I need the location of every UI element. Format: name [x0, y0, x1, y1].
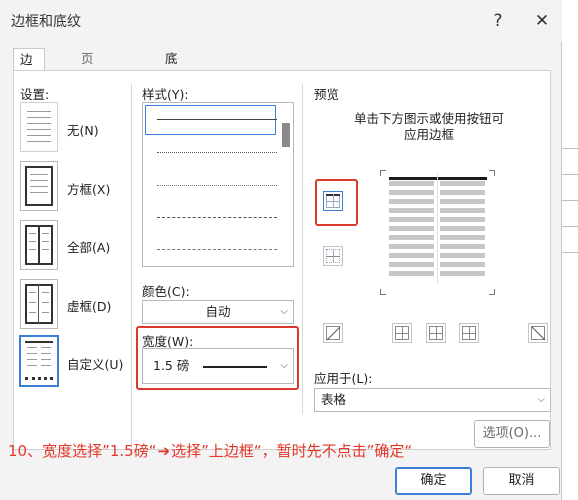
borders-and-shading-dialog: 边框和底纹 ? ✕ 边框(B) 页面边框(P) 底纹(S) 设置: 无(N) 方…	[0, 0, 562, 500]
top-border-button[interactable]	[323, 191, 343, 211]
ok-button[interactable]: 确定	[395, 467, 472, 495]
background-document	[561, 0, 578, 500]
setting-custom-label[interactable]: 自定义(U)	[67, 354, 123, 373]
ok-button-label: 确定	[420, 473, 447, 488]
tab-borders[interactable]: 边框(B)	[13, 48, 46, 111]
style-scrollbar[interactable]	[282, 123, 290, 147]
tab-shading[interactable]: 底纹(S)	[159, 48, 189, 110]
apply-to-heading: 应用于(L):	[314, 371, 373, 386]
setting-grid-label[interactable]: 虚框(D)	[67, 296, 111, 315]
setting-none-thumb[interactable]	[20, 102, 58, 152]
close-button[interactable]: ✕	[528, 9, 556, 33]
setting-custom-thumb[interactable]	[20, 336, 58, 386]
preview-top-border	[389, 177, 487, 180]
setting-box-thumb[interactable]	[20, 161, 58, 211]
style-solid[interactable]	[157, 119, 277, 120]
style-divider	[302, 84, 303, 414]
style-dashed[interactable]	[157, 217, 277, 218]
setting-grid-thumb[interactable]	[20, 279, 58, 329]
style-dotted-fine[interactable]	[157, 185, 277, 186]
chevron-down-icon: ⌵	[280, 306, 288, 317]
apply-to-select[interactable]: 表格 ⌵	[314, 388, 551, 412]
options-button-label: 选项(O)...	[482, 426, 542, 441]
tab-page-border[interactable]: 页面边框(P)	[75, 48, 104, 154]
tutorial-annotation: 10、宽度选择”1.5磅“➔选择”上边框“，暂时先不点击”确定“	[8, 440, 412, 461]
diagonal-icon	[531, 326, 546, 341]
preview-heading: 预览	[314, 87, 340, 102]
diagonal-icon	[326, 326, 341, 341]
color-value: 自动	[205, 304, 231, 319]
help-button[interactable]: ?	[484, 9, 512, 33]
arrow-right-icon: ➔	[157, 442, 171, 460]
annotation-part1: 10、宽度选择”1.5磅“	[8, 442, 157, 460]
style-list[interactable]	[142, 102, 294, 267]
preview-text-lines	[389, 181, 489, 281]
title-bar: 边框和底纹 ? ✕	[0, 0, 562, 42]
color-heading: 颜色(C):	[142, 284, 190, 299]
inside-horizontal-button[interactable]	[323, 246, 343, 266]
dialog-title: 边框和底纹	[11, 14, 81, 30]
options-button[interactable]: 选项(O)...	[474, 420, 550, 448]
preview-hint-line2: 应用边框	[403, 127, 454, 142]
setting-all-thumb[interactable]	[20, 220, 58, 270]
inside-vertical-button[interactable]	[426, 323, 446, 343]
setting-none-label[interactable]: 无(N)	[67, 120, 99, 139]
width-highlight-box	[136, 326, 299, 390]
setting-box-label[interactable]: 方框(X)	[67, 179, 110, 198]
apply-to-value: 表格	[321, 392, 347, 407]
color-select[interactable]: 自动 ⌵	[142, 300, 294, 324]
style-dotted[interactable]	[157, 152, 277, 153]
settings-divider	[131, 84, 132, 448]
style-heading: 样式(Y):	[142, 87, 189, 102]
left-border-button[interactable]	[392, 323, 412, 343]
settings-heading: 设置:	[20, 87, 50, 102]
cancel-button[interactable]: 取消	[483, 467, 560, 495]
style-selected-item[interactable]	[145, 105, 276, 135]
right-border-button[interactable]	[459, 323, 479, 343]
annotation-part2: 选择”上边框“，暂时先不点击”确定“	[171, 442, 413, 460]
diagonal-down-button[interactable]	[323, 323, 343, 343]
style-dash-dot[interactable]	[157, 249, 277, 250]
cancel-button-label: 取消	[508, 473, 535, 488]
setting-all-label[interactable]: 全部(A)	[67, 237, 110, 256]
diagonal-up-button[interactable]	[528, 323, 548, 343]
chevron-down-icon: ⌵	[537, 394, 545, 405]
